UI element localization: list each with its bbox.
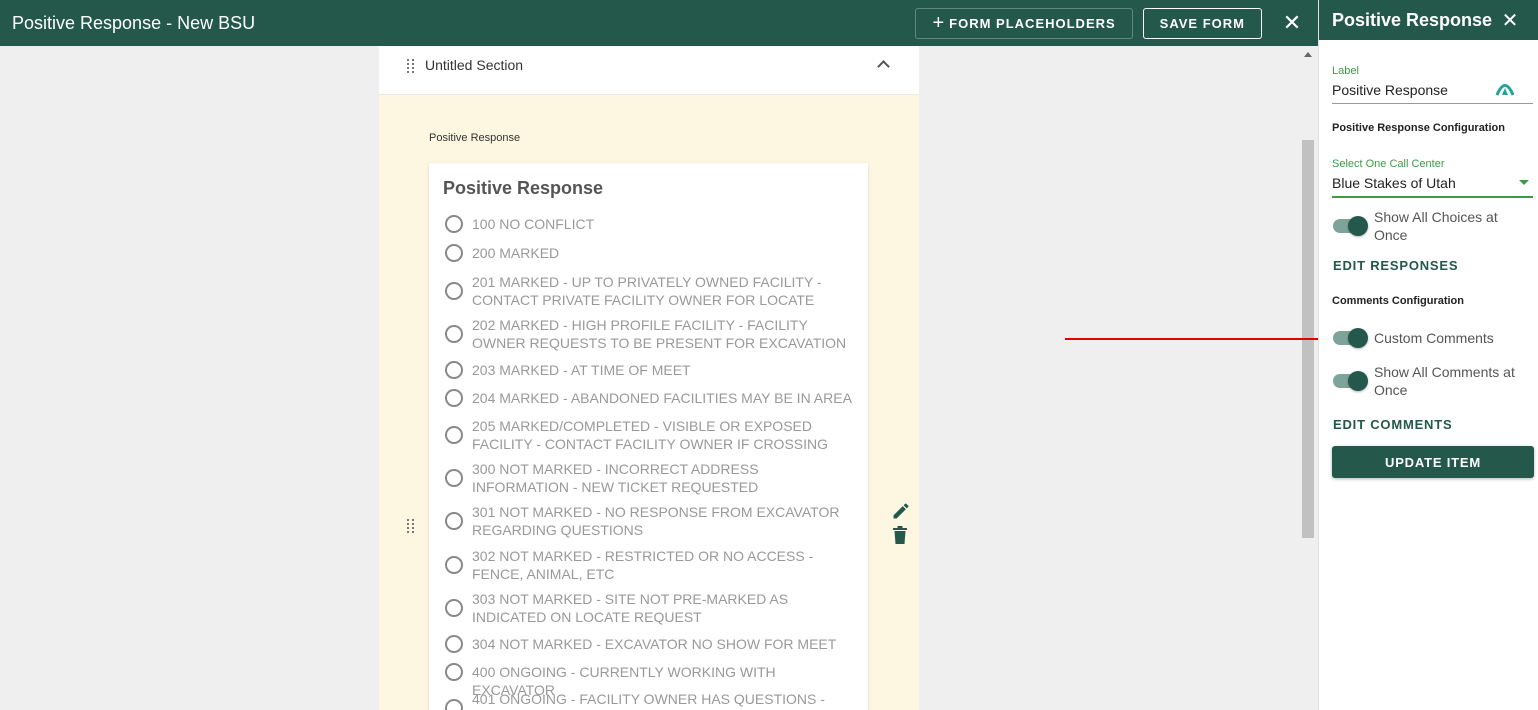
scroll-up-arrow-icon[interactable] [1304,52,1312,57]
config-heading: Positive Response Configuration [1332,122,1505,134]
radio-icon[interactable] [445,215,463,233]
radio-icon[interactable] [445,244,463,262]
show-all-choices-toggle[interactable] [1333,216,1368,236]
custom-comments-label: Custom Comments [1374,330,1494,346]
form-placeholders-button[interactable]: + FORM PLACEHOLDERS [915,7,1133,39]
select-underline [1332,196,1533,198]
radio-icon[interactable] [445,282,463,300]
show-all-comments-label: Show All Comments at Once [1374,364,1515,398]
close-icon[interactable]: ✕ [1500,8,1520,33]
response-option[interactable]: 300 NOT MARKED - INCORRECT ADDRESS INFOR… [445,460,855,496]
response-option[interactable]: 202 MARKED - HIGH PROFILE FACILITY - FAC… [445,316,855,352]
plus-icon: + [932,12,946,34]
positive-response-card[interactable]: Positive Response 100 NO CONFLICT 200 MA… [429,163,868,710]
response-option[interactable]: 205 MARKED/COMPLETED - VISIBLE OR EXPOSE… [445,417,855,453]
label-caption: Label [1332,65,1359,77]
response-option[interactable]: 401 ONGOING - FACILITY OWNER HAS QUESTIO… [445,690,855,710]
radio-icon[interactable] [445,699,463,710]
edit-responses-button[interactable]: EDIT RESPONSES [1333,258,1458,273]
save-form-button[interactable]: SAVE FORM [1142,7,1262,39]
page-title: Positive Response - New BSU [12,12,256,33]
response-option[interactable]: 302 NOT MARKED - RESTRICTED OR NO ACCESS… [445,547,855,583]
section-header[interactable]: Untitled Section [379,46,919,95]
response-option[interactable]: 204 MARKED - ABANDONED FACILITIES MAY BE… [445,389,855,407]
call-center-caption: Select One Call Center [1332,158,1445,170]
show-all-comments-toggle[interactable] [1333,371,1368,391]
radio-icon[interactable] [445,426,463,444]
response-option[interactable]: 304 NOT MARKED - EXCAVATOR NO SHOW FOR M… [445,635,855,653]
field-label: Positive Response [429,132,521,144]
label-underline [1332,103,1533,104]
panel-header: Positive Response ✕ [1319,0,1538,40]
radio-icon[interactable] [445,663,463,681]
response-option[interactable]: 200 MARKED [445,244,855,262]
radio-icon[interactable] [445,325,463,343]
label-input[interactable]: Positive Response [1332,82,1448,98]
grammar-assistant-icon[interactable] [1496,82,1514,96]
radio-icon[interactable] [445,599,463,617]
custom-comments-toggle[interactable] [1333,328,1368,348]
radio-icon[interactable] [445,361,463,379]
update-item-button[interactable]: UPDATE ITEM [1332,446,1534,478]
dropdown-arrow-icon[interactable] [1519,180,1529,185]
close-icon[interactable]: ✕ [1282,10,1302,36]
response-option[interactable]: 201 MARKED - UP TO PRIVATELY OWNED FACIL… [445,273,855,309]
annotation-arrow [1065,334,1345,344]
call-center-select[interactable]: Blue Stakes of Utah [1332,175,1456,191]
section-body: Positive Response Positive Response 100 … [379,95,919,710]
radio-icon[interactable] [445,512,463,530]
show-all-choices-label: Show All Choices at Once [1374,209,1498,243]
radio-icon[interactable] [445,469,463,487]
response-option[interactable]: 303 NOT MARKED - SITE NOT PRE-MARKED AS … [445,590,855,626]
drag-handle-icon[interactable] [407,519,415,533]
response-option[interactable]: 301 NOT MARKED - NO RESPONSE FROM EXCAVA… [445,503,855,539]
properties-panel: Positive Response ✕ Label Positive Respo… [1318,0,1538,710]
form-placeholders-label: FORM PLACEHOLDERS [949,15,1116,31]
response-option[interactable]: 100 NO CONFLICT [445,215,855,233]
edit-comments-button[interactable]: EDIT COMMENTS [1333,417,1452,432]
section-title: Untitled Section [425,57,524,73]
main-scrollbar[interactable] [1300,46,1316,710]
response-option[interactable]: 203 MARKED - AT TIME OF MEET [445,361,855,379]
comments-heading: Comments Configuration [1332,295,1464,307]
card-title: Positive Response [443,178,604,198]
radio-icon[interactable] [445,635,463,653]
pencil-icon[interactable] [891,501,911,521]
drag-handle-icon[interactable] [407,59,415,73]
radio-icon[interactable] [445,389,463,407]
radio-icon[interactable] [445,556,463,574]
chevron-up-icon[interactable] [877,60,890,73]
trash-icon[interactable] [892,526,908,544]
panel-title: Positive Response [1332,9,1493,30]
top-bar: Positive Response - New BSU + FORM PLACE… [0,0,1318,46]
